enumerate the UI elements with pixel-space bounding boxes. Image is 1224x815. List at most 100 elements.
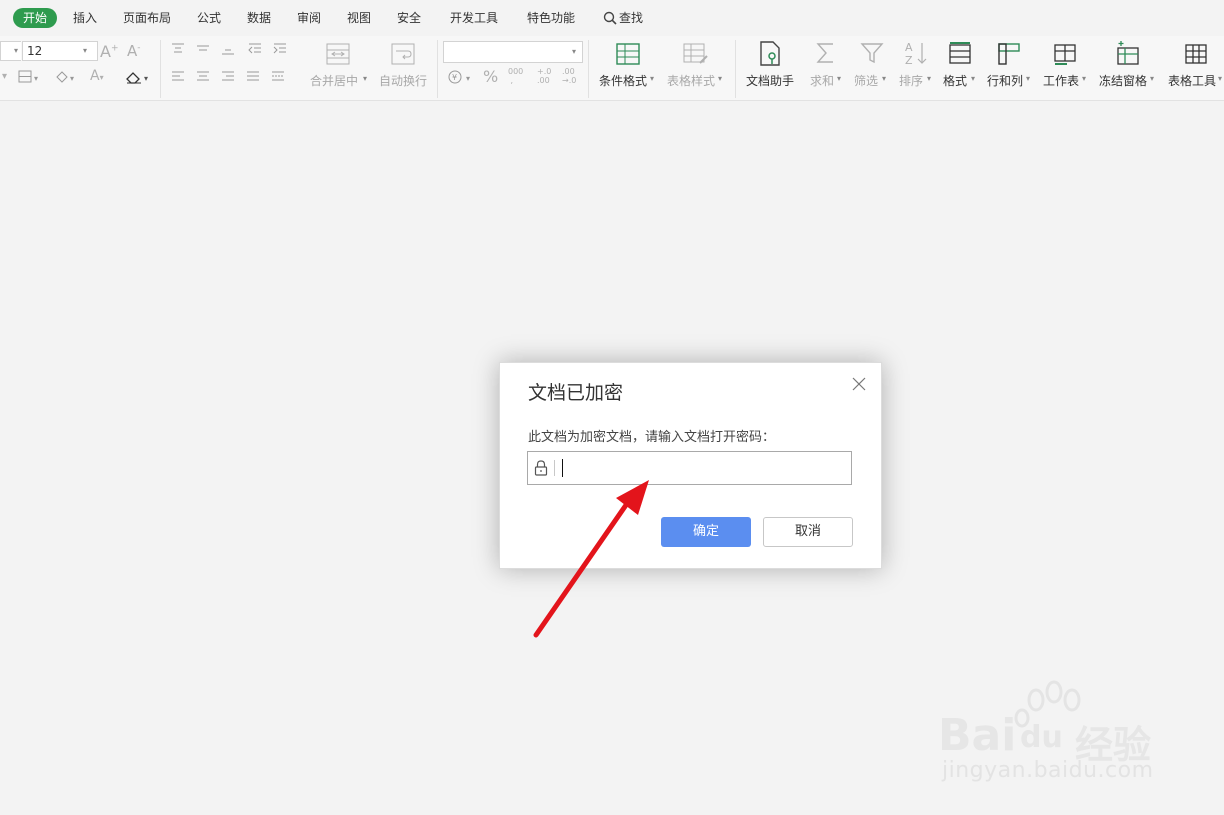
font-name-select[interactable]: ▾ <box>0 41 21 61</box>
ribbon-divider <box>735 40 736 98</box>
increase-decimal-button[interactable]: +.0 .00 <box>537 67 555 85</box>
font-color-icon[interactable]: A▾ <box>90 68 104 84</box>
wrap-text-button[interactable]: 自动换行 <box>377 36 435 100</box>
format-button[interactable]: 格式 ▾ <box>940 36 980 100</box>
font-size-select[interactable]: 12 ▾ <box>22 41 98 61</box>
svg-text:▾: ▾ <box>144 74 148 83</box>
svg-text:A: A <box>905 41 913 54</box>
chevron-down-icon: ▾ <box>1082 74 1087 83</box>
wrap-text-label: 自动换行 <box>379 74 428 88</box>
ok-button[interactable]: 确定 <box>661 517 751 547</box>
table-tools-icon <box>1184 42 1208 66</box>
cancel-button[interactable]: 取消 <box>763 517 853 547</box>
watermark-url: jingyan.baidu.com <box>942 758 1154 783</box>
sum-button[interactable]: 求和 ▾ <box>806 36 846 100</box>
increase-indent-icon[interactable] <box>272 42 288 56</box>
search-button[interactable]: 查找 <box>603 8 643 28</box>
chevron-down-icon: ▾ <box>14 46 19 55</box>
thousands-separator-button[interactable]: 000 , <box>508 67 523 85</box>
table-style-button[interactable]: 表格样式 ▾ <box>664 36 726 100</box>
thousands-separator-label: 000 <box>508 67 524 76</box>
sort-label: 排序 <box>899 74 924 88</box>
justify-icon[interactable] <box>245 70 261 84</box>
fill-color-icon[interactable]: ▾ <box>54 70 80 84</box>
merge-center-button[interactable]: 合并居中 ▾ <box>305 36 373 100</box>
align-center-icon[interactable] <box>195 70 211 84</box>
tab-view[interactable]: 视图 <box>347 8 371 28</box>
ribbon-divider <box>437 40 438 98</box>
table-tools-button[interactable]: 表格工具 ▾ <box>1165 36 1224 100</box>
decrease-indent-icon[interactable] <box>247 42 263 56</box>
merge-center-label: 合并居中 <box>310 74 359 88</box>
chevron-down-icon: ▾ <box>1026 74 1031 83</box>
sigma-icon <box>815 41 837 65</box>
filter-label: 筛选 <box>854 74 879 88</box>
doc-assistant-button[interactable]: 文档助手 <box>742 36 798 100</box>
row-column-button[interactable]: 行和列 ▾ <box>985 36 1035 100</box>
row-column-label: 行和列 <box>987 74 1024 88</box>
tab-special-features[interactable]: 特色功能 <box>527 8 575 28</box>
freeze-panes-button[interactable]: 冻结窗格 ▾ <box>1097 36 1159 100</box>
border-icon[interactable]: ▾ <box>18 70 44 84</box>
align-bottom-icon[interactable] <box>220 42 236 56</box>
tab-security[interactable]: 安全 <box>397 8 421 28</box>
table-style-icon <box>683 43 709 65</box>
worksheet-icon <box>1053 42 1077 66</box>
tab-data[interactable]: 数据 <box>247 8 271 28</box>
decrease-font-icon[interactable]: A- <box>127 42 141 60</box>
tab-formulas[interactable]: 公式 <box>197 8 221 28</box>
watermark-brand-du: du <box>1020 720 1063 755</box>
currency-icon[interactable]: ¥ ▾ <box>448 70 476 84</box>
align-left-icon[interactable] <box>170 70 186 84</box>
chevron-down-icon: ▾ <box>650 74 655 83</box>
decrease-decimal-button[interactable]: .00 →.0 <box>562 67 580 85</box>
chevron-down-icon: ▾ <box>363 74 368 83</box>
doc-assistant-icon <box>759 41 781 67</box>
chevron-down-icon[interactable]: ▾ <box>2 71 7 82</box>
format-label: 格式 <box>943 74 968 88</box>
conditional-format-button[interactable]: 条件格式 ▾ <box>596 36 658 100</box>
svg-text:▾: ▾ <box>70 74 74 83</box>
chevron-down-icon: ▾ <box>1150 74 1155 83</box>
menu-bar: 开始 插入 页面布局 公式 数据 审阅 视图 安全 开发工具 特色功能 查找 <box>0 0 1224 36</box>
tab-home[interactable]: 开始 <box>13 8 58 28</box>
dialog-title: 文档已加密 <box>528 382 624 404</box>
align-top-icon[interactable] <box>170 42 186 56</box>
increase-font-icon[interactable]: A+ <box>100 42 119 61</box>
sort-button[interactable]: AZ 排序 ▾ <box>897 36 937 100</box>
number-format-select[interactable]: ▾ <box>443 41 583 63</box>
table-tools-label: 表格工具 <box>1168 74 1217 88</box>
sum-label: 求和 <box>810 74 835 88</box>
tab-insert[interactable]: 插入 <box>73 8 97 28</box>
tab-page-layout[interactable]: 页面布局 <box>123 8 171 28</box>
search-icon <box>603 11 617 25</box>
table-style-label: 表格样式 <box>667 74 716 88</box>
svg-text:Z: Z <box>905 54 913 66</box>
tab-review[interactable]: 审阅 <box>297 8 321 28</box>
merge-cells-icon <box>326 43 350 65</box>
tab-developer[interactable]: 开发工具 <box>450 8 498 28</box>
align-middle-icon[interactable] <box>195 42 211 56</box>
chevron-down-icon: ▾ <box>837 74 842 83</box>
password-prompt: 此文档为加密文档，请输入文档打开密码： <box>528 430 776 445</box>
row-column-icon <box>997 42 1021 66</box>
filter-button[interactable]: 筛选 ▾ <box>852 36 892 100</box>
freeze-panes-icon <box>1115 40 1141 66</box>
ribbon-divider <box>588 40 589 98</box>
percent-button[interactable]: % <box>483 67 498 86</box>
conditional-format-icon <box>616 43 640 65</box>
doc-assistant-label: 文档助手 <box>746 74 795 88</box>
ribbon-toolbar: ▾ 12 ▾ A+ A- ▾ ▾ ▾ A▾ ▾ 合并居中 ▾ 自动换行 ▾ ¥ … <box>0 36 1224 101</box>
chevron-down-icon: ▾ <box>718 74 723 83</box>
worksheet-button[interactable]: 工作表 ▾ <box>1041 36 1093 100</box>
eraser-icon[interactable]: ▾ <box>125 70 153 84</box>
worksheet-label: 工作表 <box>1043 74 1080 88</box>
chevron-down-icon: ▾ <box>1218 74 1223 83</box>
close-icon[interactable] <box>850 375 868 393</box>
align-right-icon[interactable] <box>220 70 236 84</box>
chevron-down-icon: ▾ <box>882 74 887 83</box>
search-label: 查找 <box>619 11 644 25</box>
annotation-arrow-icon <box>533 480 649 638</box>
format-icon <box>948 42 972 66</box>
distributed-align-icon[interactable] <box>270 70 286 84</box>
